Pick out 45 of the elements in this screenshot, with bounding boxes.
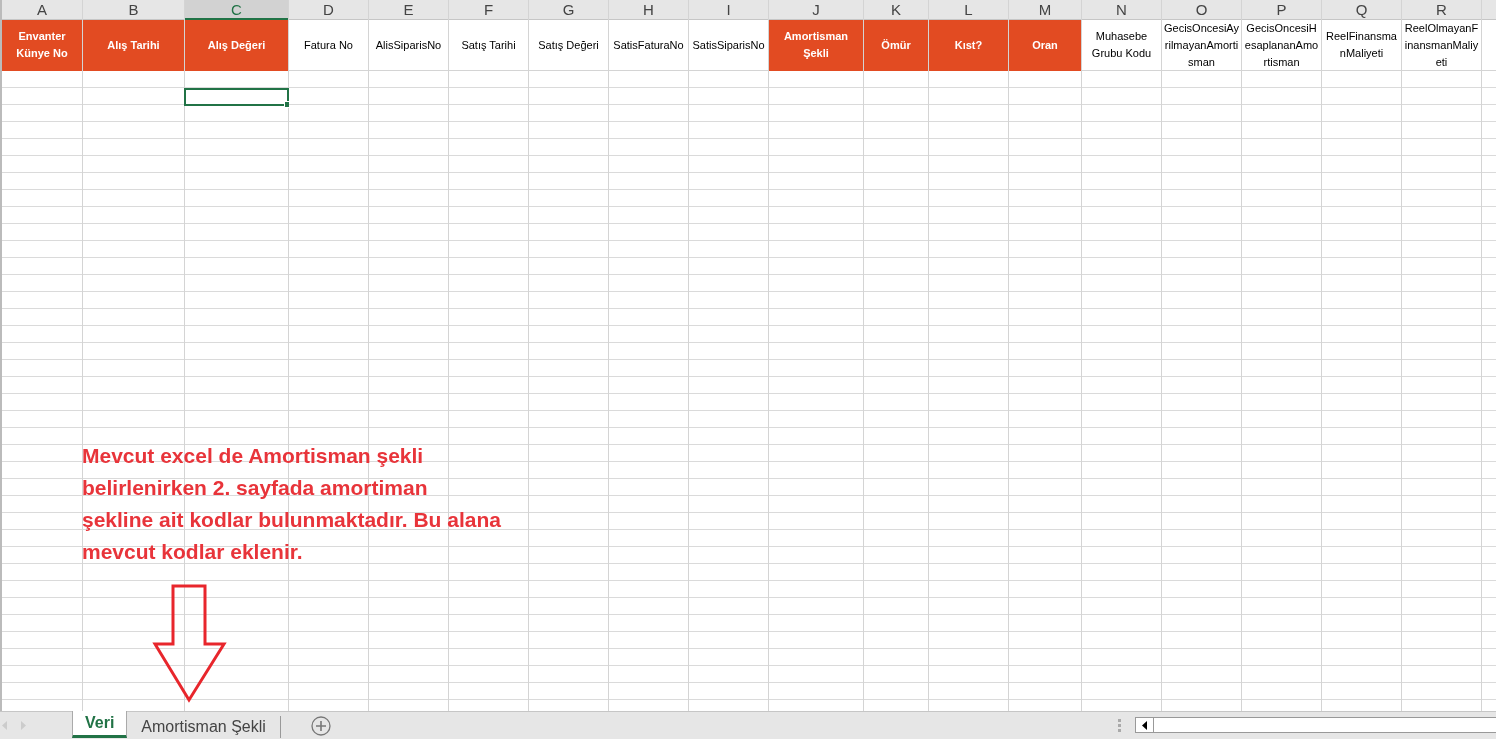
column-header[interactable]: E	[369, 0, 448, 20]
header-label: SatisFaturaNo	[613, 37, 684, 53]
column-header[interactable]: B	[83, 0, 184, 20]
header-label: Envanter Künye No	[15, 29, 69, 61]
header-label: Satış Değeri	[538, 37, 599, 53]
sheet-tab[interactable]: Amortisman Şekli	[127, 716, 281, 738]
annotation-text: Mevcut excel de Amortisman şekli belirlenirken 2. sayfada amortiman şekline ait kodlar bulunmaktadır. Bu alana mevcut kodlar eklenir.	[82, 443, 501, 565]
add-sheet-icon[interactable]	[310, 715, 331, 736]
column-header[interactable]: D	[289, 0, 368, 20]
sheet-tab[interactable]: Veri	[72, 711, 128, 738]
down-arrow-icon	[152, 584, 228, 704]
selected-cell[interactable]	[184, 88, 289, 106]
header-label: Oran	[1032, 37, 1058, 53]
column-header[interactable]: L	[929, 0, 1008, 20]
column-header[interactable]: Q	[1322, 0, 1401, 20]
scroll-left-icon[interactable]	[1142, 720, 1147, 730]
column-header[interactable]: F	[449, 0, 528, 20]
column-header[interactable]: J	[769, 0, 863, 20]
header-label: ReelFinansmanMaliyeti	[1325, 29, 1398, 61]
header-label: AlisSiparisNo	[375, 37, 442, 53]
header-label: ReelOlmayanFinansmanMaliyeti	[1404, 20, 1479, 70]
header-label: Muhasebe Grubu Kodu	[1090, 29, 1153, 61]
column-header[interactable]: K	[864, 0, 928, 20]
header-label: Alış Tarihi	[107, 37, 160, 53]
column-header[interactable]: H	[609, 0, 688, 20]
column-header[interactable]: G	[529, 0, 608, 20]
header-label: SatisSiparisNo	[692, 37, 765, 53]
header-label: GecisOncesiAyrilmayanAmortisman	[1164, 20, 1239, 70]
column-header[interactable]: P	[1242, 0, 1321, 20]
header-label: Alış Değeri	[207, 37, 266, 53]
header-label: Satış Tarihi	[461, 37, 516, 53]
column-header[interactable]: I	[689, 0, 768, 20]
header-label: Ömür	[881, 37, 911, 53]
column-header[interactable]: N	[1082, 0, 1161, 20]
header-label: Amortisman Şekli	[782, 29, 850, 61]
column-header[interactable]: A	[2, 0, 82, 20]
header-label: Fatura No	[304, 37, 353, 53]
header-label: Kıst?	[954, 37, 983, 53]
column-header[interactable]: O	[1162, 0, 1241, 20]
splitter-handle-icon[interactable]	[1118, 719, 1121, 732]
column-header[interactable]: M	[1009, 0, 1081, 20]
header-label: GecisOncesiHesaplananAmortisman	[1244, 20, 1319, 70]
column-header[interactable]: C	[185, 0, 288, 20]
column-header[interactable]: R	[1402, 0, 1481, 20]
horizontal-scrollbar[interactable]	[1135, 717, 1496, 733]
